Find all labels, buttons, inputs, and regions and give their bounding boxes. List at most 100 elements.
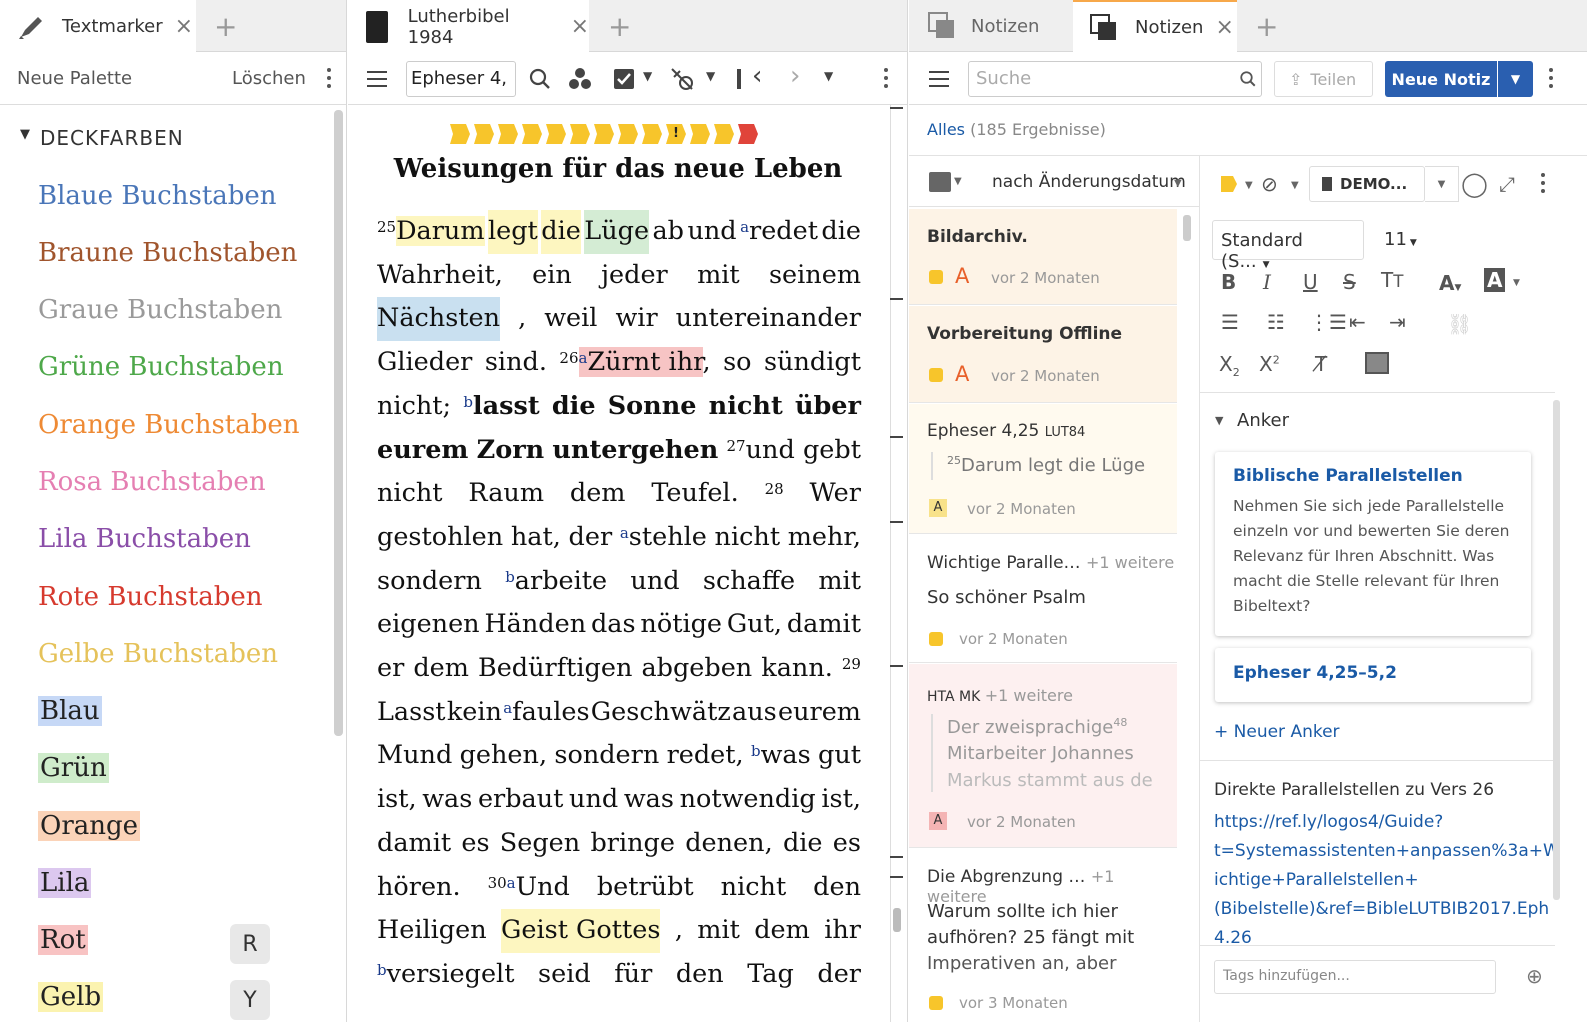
style-gray-letters[interactable]: Graue Buchstaben: [38, 295, 282, 325]
note-item[interactable]: Die Abgrenzung … +1 weitere Warum sollte…: [909, 849, 1177, 1022]
delete-button[interactable]: Löschen: [232, 68, 306, 89]
search-icon[interactable]: [528, 67, 552, 91]
chevron-down-icon[interactable]: ▼: [1291, 180, 1299, 191]
notebook-selector[interactable]: DEMO...: [1309, 166, 1425, 202]
outdent-icon[interactable]: ⇤: [1349, 310, 1366, 334]
bold-icon[interactable]: B: [1221, 270, 1236, 294]
numbered-list-icon[interactable]: ⋮☰: [1309, 310, 1347, 334]
previous-icon[interactable]: ‹: [752, 61, 762, 91]
style-purple-letters[interactable]: Lila Buchstaben: [38, 524, 251, 554]
tab-textmarker[interactable]: Textmarker ×: [0, 0, 196, 53]
note-item[interactable]: Vorbereitung Offline A vor 2 Monaten: [909, 306, 1177, 403]
tab-lutherbibel[interactable]: Lutherbibel 1984 ×: [348, 0, 589, 53]
parallel-link[interactable]: https://ref.ly/logos4/Guide? t=Systemass…: [1214, 808, 1560, 953]
more-icon[interactable]: [1541, 173, 1545, 193]
chevron-down-icon[interactable]: ▼: [643, 69, 652, 83]
link-set-icon[interactable]: [670, 67, 696, 91]
reference-input[interactable]: Epheser 4,: [406, 61, 516, 97]
scrollbar[interactable]: [334, 110, 343, 736]
collapse-triangle-icon[interactable]: ▼: [20, 127, 30, 142]
highlight-color-icon[interactable]: A: [1484, 268, 1506, 292]
style-orange-letters[interactable]: Orange Buchstaben: [38, 410, 300, 440]
visual-filter-icon[interactable]: [568, 67, 592, 91]
scrollbar[interactable]: [893, 908, 901, 932]
tags-input[interactable]: Tags hinzufügen...: [1214, 960, 1496, 994]
bullet-list-icon[interactable]: ☷: [1267, 310, 1285, 334]
align-icon[interactable]: ☰: [1221, 310, 1239, 334]
chevron-down-icon[interactable]: ▼: [706, 69, 715, 83]
note-item[interactable]: HTA MK +1 weitere Der zweisprachige48 Mi…: [909, 664, 1177, 848]
underline-icon[interactable]: U: [1303, 270, 1318, 294]
add-tab-icon[interactable]: +: [214, 10, 237, 43]
check-circle-icon[interactable]: ◯: [1461, 170, 1488, 198]
share-button[interactable]: ⇪ Teilen: [1274, 61, 1373, 97]
anchor-card[interactable]: Epheser 4,25–5,2: [1215, 648, 1531, 702]
style-red-letters[interactable]: Rote Buchstaben: [38, 582, 263, 612]
close-icon[interactable]: ×: [571, 14, 589, 39]
superscript-icon[interactable]: X2: [1259, 352, 1280, 376]
new-anchor-link[interactable]: + Neuer Anker: [1214, 722, 1340, 742]
clear-format-icon[interactable]: T̸: [1315, 352, 1327, 376]
font-size-select[interactable]: 11 ▼: [1384, 229, 1417, 250]
filter-all-link[interactable]: Alles: [927, 120, 965, 139]
scrollbar[interactable]: [1183, 215, 1191, 241]
anchor-card-title[interactable]: Epheser 4,25–5,2: [1233, 663, 1513, 683]
strikethrough-icon[interactable]: S: [1343, 270, 1356, 294]
no-style-icon[interactable]: ⊘: [1261, 172, 1278, 196]
chevron-down-icon[interactable]: ▼: [824, 69, 833, 83]
swatch-blue[interactable]: Blau: [38, 696, 102, 726]
sort-dropdown[interactable]: nach Änderungsdatum: [992, 172, 1186, 192]
search-icon[interactable]: [1239, 70, 1257, 88]
image-icon[interactable]: [1365, 352, 1389, 374]
chevron-down-icon[interactable]: ▼: [1513, 278, 1520, 288]
swatch-red[interactable]: Rot: [38, 925, 88, 955]
new-note-button[interactable]: Neue Notiz: [1385, 61, 1497, 97]
style-pink-letters[interactable]: Rosa Buchstaben: [38, 467, 266, 497]
link-icon[interactable]: ⛓: [1447, 312, 1472, 336]
new-palette-button[interactable]: Neue Palette: [17, 68, 132, 89]
swatch-purple[interactable]: Lila: [38, 868, 92, 898]
chevron-down-icon[interactable]: ▼: [1174, 178, 1182, 189]
chevron-down-icon[interactable]: ▼: [1425, 166, 1459, 202]
add-tab-icon[interactable]: +: [1255, 10, 1278, 43]
anchor-card[interactable]: Biblische Parallelstellen Nehmen Sie sic…: [1215, 452, 1531, 636]
expand-icon[interactable]: ⤢: [1499, 172, 1515, 196]
next-icon[interactable]: ›: [790, 61, 800, 91]
layout-icon[interactable]: [929, 172, 951, 192]
text-size-icon[interactable]: TT: [1381, 268, 1403, 292]
note-item[interactable]: Bildarchiv. A vor 2 Monaten: [909, 209, 1177, 305]
note-item[interactable]: Wichtige Paralle… +1 weitere So schöner …: [909, 535, 1177, 663]
add-tab-icon[interactable]: +: [608, 10, 631, 43]
more-icon[interactable]: [327, 68, 331, 88]
menu-icon[interactable]: [929, 71, 949, 87]
tab-notes-2[interactable]: Notizen ×: [1073, 0, 1237, 53]
more-icon[interactable]: [1549, 68, 1553, 88]
menu-icon[interactable]: [367, 71, 387, 87]
chevron-down-icon[interactable]: ▼: [954, 176, 962, 187]
anchor-card-title[interactable]: Biblische Parallelstellen: [1233, 466, 1513, 486]
font-color-icon[interactable]: A▼: [1439, 271, 1461, 295]
italic-icon[interactable]: I: [1263, 270, 1271, 294]
swatch-green[interactable]: Grün: [38, 753, 109, 783]
note-item[interactable]: Epheser 4,25 LUT84 25Darum legt die Lüge…: [909, 404, 1177, 534]
collapse-triangle-icon[interactable]: ▼: [1215, 414, 1223, 427]
paragraph-style-select[interactable]: Standard (S... ▼: [1212, 220, 1364, 272]
swatch-orange[interactable]: Orange: [38, 811, 141, 841]
close-icon[interactable]: ×: [1215, 15, 1233, 40]
tab-notes-1[interactable]: Notizen: [909, 0, 1072, 52]
close-icon[interactable]: ×: [175, 14, 193, 39]
chevron-down-icon[interactable]: ▼: [1245, 180, 1253, 191]
add-tag-icon[interactable]: ⊕: [1526, 964, 1543, 988]
indent-icon[interactable]: ⇥: [1389, 310, 1406, 334]
more-icon[interactable]: [884, 68, 888, 88]
style-green-letters[interactable]: Grüne Buchstaben: [38, 352, 284, 382]
style-brown-letters[interactable]: Braune Buchstaben: [38, 238, 297, 268]
checklist-icon[interactable]: [612, 67, 636, 91]
style-yellow-letters[interactable]: Gelbe Buchstaben: [38, 639, 278, 669]
style-blue-letters[interactable]: Blaue Buchstaben: [38, 181, 277, 211]
scrollbar[interactable]: [1553, 400, 1560, 900]
highlight-marker-icon[interactable]: [1221, 176, 1237, 192]
subscript-icon[interactable]: X2: [1219, 352, 1240, 379]
swatch-yellow[interactable]: Gelb: [38, 982, 104, 1012]
new-note-dropdown-icon[interactable]: ▼: [1498, 61, 1533, 97]
